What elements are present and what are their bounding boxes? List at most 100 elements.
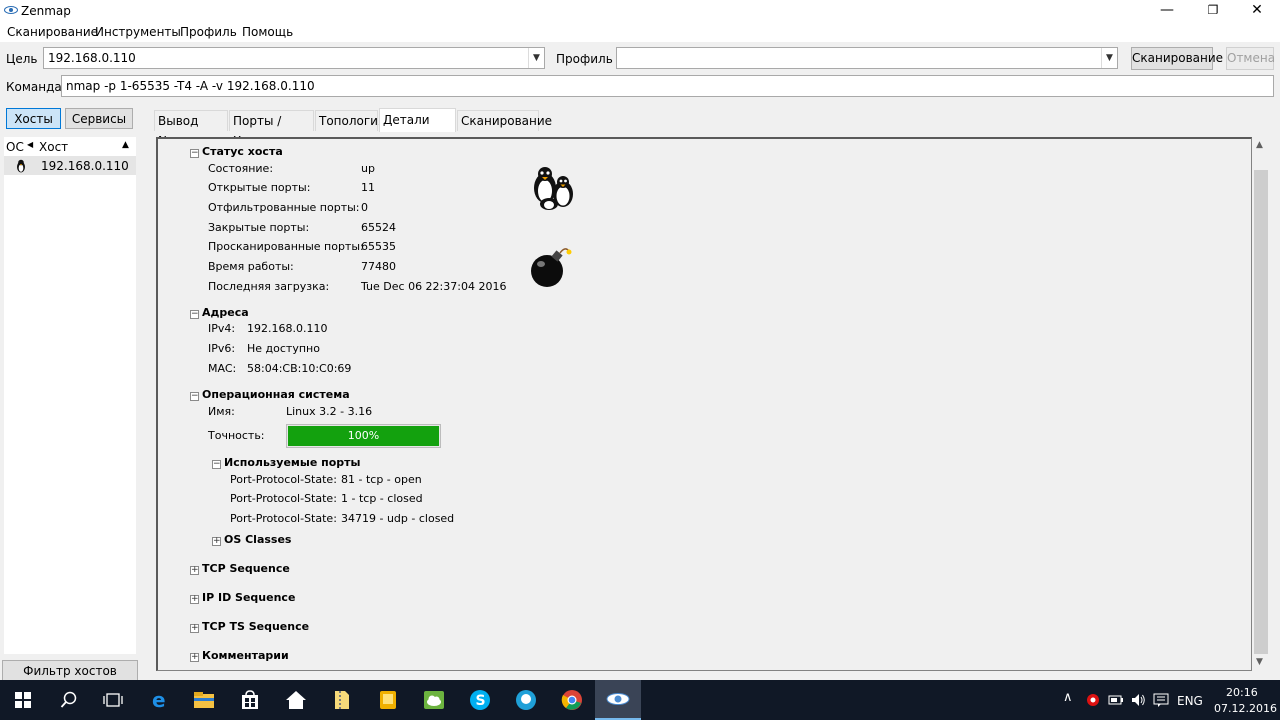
windows-start-icon[interactable] <box>0 680 46 720</box>
expand-ipid-sequence-icon[interactable]: + <box>190 595 199 604</box>
column-os[interactable]: ОС <box>6 140 24 154</box>
expand-tcp-sequence-icon[interactable]: + <box>190 566 199 575</box>
section-tcpts-sequence[interactable]: TCP TS Sequence <box>202 620 309 633</box>
address-value: 192.168.0.110 <box>247 322 328 335</box>
status-key: Закрытые порты: <box>208 221 310 234</box>
linux-penguin-icon <box>17 159 25 173</box>
uptime-bomb-icon <box>531 248 572 287</box>
notifications-icon[interactable] <box>1153 692 1169 708</box>
command-input[interactable]: nmap -p 1-65535 -T4 -A -v 192.168.0.110 <box>61 75 1274 97</box>
target-combo[interactable]: 192.168.0.110 ▼ <box>43 47 545 69</box>
tab-scans[interactable]: Сканирование <box>457 110 552 131</box>
linux-penguins-icon <box>534 167 573 210</box>
target-label: Цель <box>6 52 38 66</box>
scroll-up-icon[interactable]: ▲ <box>1256 140 1263 150</box>
sort-up-icon[interactable]: ▲ <box>122 140 129 150</box>
collapse-status-icon[interactable]: − <box>190 149 199 158</box>
menu-bar: Сканирование Инструменты Профиль Помощь <box>0 22 1280 42</box>
address-value: Не доступно <box>247 342 320 355</box>
target-value: 192.168.0.110 <box>48 51 136 65</box>
status-value: Tue Dec 06 22:37:04 2016 <box>361 280 507 293</box>
section-used-ports: Используемые порты <box>224 456 361 469</box>
menu-profile[interactable]: Профиль <box>180 25 237 39</box>
zenmap-taskbar-icon[interactable] <box>595 680 641 720</box>
host-row[interactable]: 192.168.0.110 <box>4 157 136 175</box>
scroll-down-icon[interactable]: ▼ <box>1256 657 1263 667</box>
host-ip: 192.168.0.110 <box>41 159 129 173</box>
title-bar: Zenmap — ❐ ✕ <box>0 0 1280 22</box>
status-value: 11 <box>361 181 375 194</box>
cancel-button[interactable]: Отмена <box>1226 47 1275 70</box>
status-key: Состояние: <box>208 162 274 175</box>
chrome-icon[interactable] <box>549 680 595 720</box>
services-button[interactable]: Сервисы <box>65 108 133 129</box>
profile-label: Профиль <box>556 52 613 66</box>
collapse-addresses-icon[interactable]: − <box>190 310 199 319</box>
tab-ports-hosts[interactable]: Порты / Хосты <box>229 110 314 148</box>
profile-combo[interactable]: ▼ <box>616 47 1118 69</box>
status-key: Просканированные порты: <box>208 240 364 253</box>
clock-date[interactable]: 07.12.2016 <box>1214 702 1277 715</box>
menu-help[interactable]: Помощь <box>242 25 293 39</box>
used-port-key: Port-Protocol-State: <box>230 473 337 486</box>
collapse-os-icon[interactable]: − <box>190 392 199 401</box>
status-key: Время работы: <box>208 260 294 273</box>
section-tcp-sequence[interactable]: TCP Sequence <box>202 562 290 575</box>
archive-app-icon[interactable] <box>319 680 365 720</box>
host-filter-button[interactable]: Фильтр хостов <box>2 660 138 681</box>
menu-scan[interactable]: Сканирование <box>7 25 98 39</box>
scroll-thumb[interactable] <box>1254 170 1268 654</box>
host-list[interactable]: ОС ◀ Хост ▲ 192.168.0.110 <box>4 137 136 654</box>
address-key: IPv6: <box>208 342 236 355</box>
home-icon[interactable] <box>273 680 319 720</box>
tab-topology[interactable]: Топология <box>315 110 385 131</box>
collapse-used-ports-icon[interactable]: − <box>212 460 221 469</box>
caret-left-icon: ◀ <box>27 140 34 149</box>
store-icon[interactable] <box>227 680 273 720</box>
zenmap-eye-icon <box>4 6 18 14</box>
chevron-down-icon[interactable]: ▼ <box>1101 48 1117 68</box>
tab-nmap-output[interactable]: Вывод Nmap <box>154 110 228 148</box>
menu-tools[interactable]: Инструменты <box>95 25 181 39</box>
notes-app-icon[interactable] <box>365 680 411 720</box>
input-language[interactable]: ENG <box>1177 694 1203 708</box>
battery-icon[interactable] <box>1108 694 1124 706</box>
expand-comments-icon[interactable]: + <box>190 653 199 662</box>
chevron-down-icon[interactable]: ▼ <box>528 48 544 68</box>
expand-tcpts-sequence-icon[interactable]: + <box>190 624 199 633</box>
minimize-button[interactable]: — <box>1144 0 1190 22</box>
volume-icon[interactable] <box>1130 692 1146 708</box>
clock-time[interactable]: 20:16 <box>1226 686 1258 699</box>
svg-text:e: e <box>152 689 166 711</box>
section-ipid-sequence[interactable]: IP ID Sequence <box>202 591 295 604</box>
scan-button[interactable]: Сканирование <box>1131 47 1223 70</box>
tab-host-details[interactable]: Детали хоста <box>379 108 456 149</box>
antivirus-tray-icon[interactable] <box>1085 692 1101 708</box>
task-view-icon[interactable] <box>90 680 136 720</box>
section-addresses: Адреса <box>202 306 249 319</box>
close-button[interactable]: ✕ <box>1234 0 1280 22</box>
status-value: 65524 <box>361 221 396 234</box>
host-details-panel: − Статус хоста Состояние: up Открытые по… <box>156 137 1252 671</box>
file-explorer-icon[interactable] <box>181 680 227 720</box>
accuracy-progress-bar: 100% <box>286 424 441 448</box>
status-key: Последняя загрузка: <box>208 280 330 293</box>
expand-os-classes-icon[interactable]: + <box>212 537 221 546</box>
used-port-value: 1 - tcp - closed <box>341 492 423 505</box>
tray-expand-icon[interactable]: ∧ <box>1063 690 1073 705</box>
skype-icon[interactable]: S <box>457 680 503 720</box>
hosts-button[interactable]: Хосты <box>6 108 61 129</box>
edge-browser-icon[interactable]: e <box>137 680 183 720</box>
messenger-icon[interactable] <box>503 680 549 720</box>
section-comments[interactable]: Комментарии <box>202 649 289 662</box>
status-key: Открытые порты: <box>208 181 311 194</box>
accuracy-text: 100% <box>347 429 380 442</box>
used-port-value: 81 - tcp - open <box>341 473 422 486</box>
address-key: IPv4: <box>208 322 236 335</box>
section-os-classes[interactable]: OS Classes <box>224 533 291 546</box>
restore-button[interactable]: ❐ <box>1190 0 1236 22</box>
cloud-app-icon[interactable] <box>411 680 457 720</box>
search-icon[interactable] <box>46 680 92 720</box>
column-host[interactable]: Хост <box>39 140 68 154</box>
used-port-key: Port-Protocol-State: <box>230 492 337 505</box>
